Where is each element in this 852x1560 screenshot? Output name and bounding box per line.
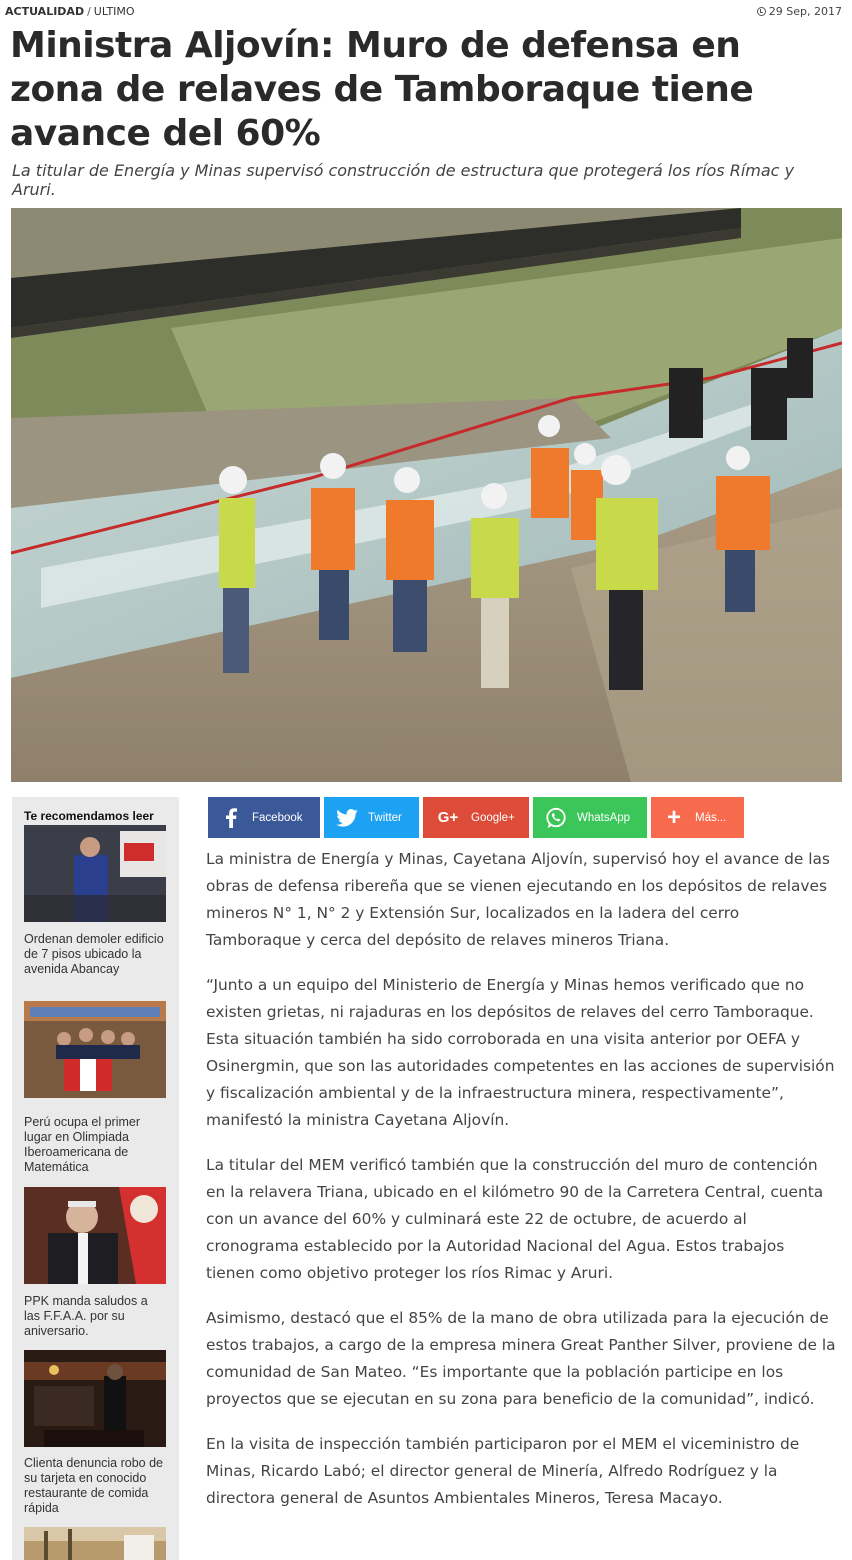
- article-paragraph: En la visita de inspección también parti…: [206, 1435, 800, 1507]
- thumbnail-image: [24, 1527, 166, 1560]
- plus-icon: +: [666, 803, 681, 831]
- publish-date: 29 Sep, 2017: [756, 5, 842, 18]
- article-paragraph: Asimismo, destacó que el 85% de la mano …: [206, 1309, 836, 1408]
- sidebar-item-thumbnail[interactable]: [24, 1001, 166, 1098]
- sidebar-item-partial[interactable]: [24, 1527, 166, 1560]
- sidebar-item-caption[interactable]: Perú ocupa el primer lugar en Olimpiada …: [24, 1115, 166, 1175]
- share-google-plus-button[interactable]: G+ Google+: [423, 797, 529, 838]
- google-plus-icon: G+: [437, 809, 459, 826]
- share-whatsapp-label: WhatsApp: [577, 811, 631, 824]
- share-google-plus-label: Google+: [471, 811, 515, 824]
- recommended-sidebar: Te recomendamos leer Ordenan demoler edi…: [12, 797, 179, 1560]
- sidebar-item[interactable]: PPK manda saludos a las F.F.A.A. por su …: [24, 1187, 166, 1339]
- share-twitter-button[interactable]: Twitter: [324, 797, 419, 838]
- article-body: La ministra de Energía y Minas, Cayetana…: [206, 846, 836, 1530]
- article-subtitle: La titular de Energía y Minas supervisó …: [12, 161, 795, 199]
- sidebar-item-caption[interactable]: Clienta denuncia robo de su tarjeta en c…: [24, 1456, 166, 1516]
- share-more-label: Más...: [695, 811, 727, 824]
- thumbnail-image: [24, 1350, 166, 1447]
- breadcrumb-section-link[interactable]: ACTUALIDAD: [5, 5, 84, 18]
- sidebar-item-caption[interactable]: Ordenan demoler edificio de 7 pisos ubic…: [24, 932, 166, 977]
- breadcrumb-subsection-link[interactable]: ULTIMO: [94, 5, 135, 18]
- top-bar: ACTUALIDAD / ULTIMO 29 Sep, 2017: [5, 5, 842, 21]
- share-facebook-label: Facebook: [252, 811, 303, 824]
- facebook-icon: [220, 807, 242, 829]
- article-headline: Ministra Aljovín: Muro de defensa en zon…: [10, 25, 754, 154]
- sidebar-item[interactable]: Ordenan demoler edificio de 7 pisos ubic…: [24, 825, 166, 977]
- whatsapp-icon: [545, 807, 567, 829]
- thumbnail-image: [24, 825, 166, 922]
- share-twitter-label: Twitter: [368, 811, 402, 824]
- sidebar-item-caption[interactable]: PPK manda saludos a las F.F.A.A. por su …: [24, 1294, 166, 1339]
- breadcrumb: ACTUALIDAD / ULTIMO: [5, 5, 135, 18]
- article-paragraph: La ministra de Energía y Minas, Cayetana…: [206, 850, 830, 949]
- share-more-button[interactable]: + Más...: [651, 797, 744, 838]
- sidebar-heading: Te recomendamos leer: [24, 809, 154, 823]
- sidebar-item[interactable]: Clienta denuncia robo de su tarjeta en c…: [24, 1350, 166, 1516]
- sidebar-item-thumbnail[interactable]: [24, 1527, 166, 1560]
- article-paragraph: “Junto a un equipo del Ministerio de Ene…: [206, 976, 835, 1129]
- date-text: 29 Sep, 2017: [768, 5, 842, 18]
- share-facebook-button[interactable]: Facebook: [208, 797, 320, 838]
- breadcrumb-separator: /: [87, 5, 91, 18]
- hero-photo[interactable]: [11, 208, 842, 782]
- sidebar-item[interactable]: Perú ocupa el primer lugar en Olimpiada …: [24, 1001, 166, 1175]
- sidebar-item-thumbnail[interactable]: [24, 1350, 166, 1447]
- twitter-icon: [336, 807, 358, 829]
- clock-icon: [756, 7, 766, 16]
- article-paragraph: La titular del MEM verificó también que …: [206, 1156, 824, 1282]
- thumbnail-image: [24, 1187, 166, 1284]
- sidebar-item-thumbnail[interactable]: [24, 825, 166, 922]
- hero-photo-illustration: [11, 208, 842, 782]
- thumbnail-image: [24, 1001, 166, 1098]
- share-whatsapp-button[interactable]: WhatsApp: [533, 797, 647, 838]
- sidebar-item-thumbnail[interactable]: [24, 1187, 166, 1284]
